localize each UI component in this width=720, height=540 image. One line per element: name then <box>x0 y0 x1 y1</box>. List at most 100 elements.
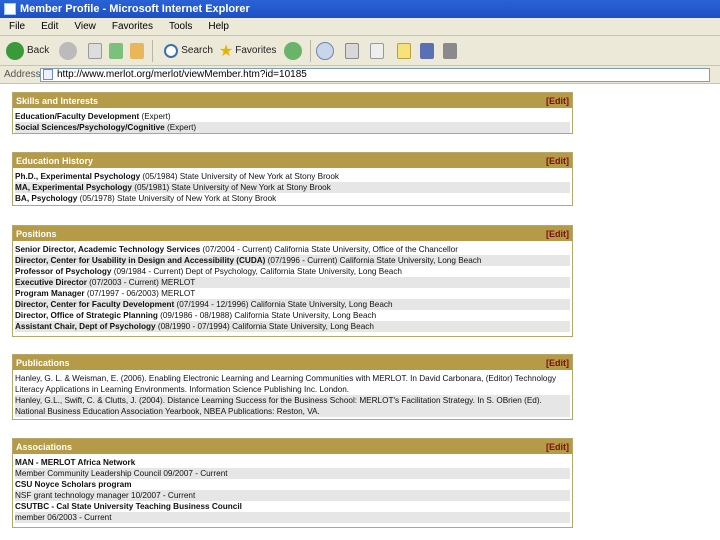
degree-detail: (05/1984) State University of New York a… <box>140 172 339 181</box>
associations-title: Associations <box>16 441 73 452</box>
back-button[interactable]: Back <box>6 41 50 60</box>
menu-tools[interactable]: Tools <box>169 21 192 32</box>
position-row: Director, Office of Strategic Planning (… <box>15 310 570 321</box>
publications-edit-link[interactable]: [Edit] <box>546 358 569 368</box>
position-title: Executive Director <box>15 278 87 287</box>
position-row: Senior Director, Academic Technology Ser… <box>15 244 570 255</box>
page-content: Skills and Interests [Edit] Education/Fa… <box>0 85 720 540</box>
position-detail: (07/1994 - 12/1996) California State Uni… <box>174 300 393 309</box>
menu-favorites[interactable]: Favorites <box>112 21 153 32</box>
education-edit-link[interactable]: [Edit] <box>546 156 569 166</box>
education-row: BA, Psychology (05/1978) State Universit… <box>15 193 570 204</box>
favorites-button[interactable]: ★ Favorites <box>219 41 276 61</box>
title-bar: Member Profile - Microsoft Internet Expl… <box>0 0 720 18</box>
edit-page-icon[interactable] <box>370 42 385 59</box>
positions-header: Positions [Edit] <box>13 226 572 241</box>
search-button[interactable]: Search <box>164 43 213 58</box>
position-title: Program Manager <box>15 289 85 298</box>
association-row: member 06/2003 - Current <box>15 512 570 523</box>
address-label: Address <box>4 69 41 80</box>
refresh-icon[interactable] <box>109 42 124 59</box>
toolbar-separator <box>152 39 154 62</box>
association-name: MAN - MERLOT Africa Network <box>15 458 136 467</box>
positions-section: Positions [Edit] Senior Director, Academ… <box>12 225 573 337</box>
skill-level: (Expert) <box>164 123 197 132</box>
degree: MA, Experimental Psychology <box>15 183 132 192</box>
publication-item: Hanley, G. L. & Weisman, E. (2006). Enab… <box>15 374 557 394</box>
menu-help[interactable]: Help <box>208 21 229 32</box>
skills-section: Skills and Interests [Edit] Education/Fa… <box>12 92 573 134</box>
position-detail: (09/1986 - 08/1988) California State Uni… <box>157 311 377 320</box>
education-row: Ph.D., Experimental Psychology (05/1984)… <box>15 171 570 182</box>
education-row: MA, Experimental Psychology (05/1981) St… <box>15 182 570 193</box>
skills-title: Skills and Interests <box>16 95 99 106</box>
menu-view[interactable]: View <box>74 21 96 32</box>
education-header: Education History [Edit] <box>13 153 572 168</box>
association-name: CSU Noyce Scholars program <box>15 480 132 489</box>
mail-icon[interactable] <box>316 41 335 60</box>
position-title: Senior Director, Academic Technology Ser… <box>15 245 201 254</box>
messenger-icon[interactable] <box>443 42 458 59</box>
search-icon <box>164 43 179 58</box>
skill-name: Social Sciences/Psychology/Cognitive <box>15 123 165 132</box>
position-detail: (07/2003 - Current) MERLOT <box>86 278 196 287</box>
position-detail: (09/1984 - Current) Dept of Psychology, … <box>111 267 402 276</box>
position-row: Program Manager (07/1997 - 06/2003) MERL… <box>15 288 570 299</box>
associations-header: Associations [Edit] <box>13 439 572 454</box>
association-name: CSUTBC - Cal State University Teaching B… <box>15 502 242 511</box>
association-row: Member Community Leadership Council 09/2… <box>15 468 570 479</box>
position-title: Professor of Psychology <box>15 267 112 276</box>
toolbar: Back Search ★ Favorites <box>0 36 720 66</box>
star-icon: ★ <box>218 42 234 60</box>
publications-header: Publications [Edit] <box>13 355 572 370</box>
position-row: Executive Director (07/2003 - Current) M… <box>15 277 570 288</box>
positions-title: Positions <box>16 228 57 239</box>
position-title: Director, Office of Strategic Planning <box>15 311 158 320</box>
association-row: CSU Noyce Scholars program <box>15 479 570 490</box>
discuss-icon[interactable] <box>397 42 412 59</box>
position-row: Director, Center for Usability in Design… <box>15 255 570 266</box>
skills-header: Skills and Interests [Edit] <box>13 93 572 108</box>
skill-level: (Expert) <box>139 112 171 121</box>
position-detail: (08/1990 - 07/1994) California State Uni… <box>155 322 374 331</box>
education-section: Education History [Edit] Ph.D., Experime… <box>12 152 573 206</box>
skills-edit-link[interactable]: [Edit] <box>546 96 569 106</box>
associations-edit-link[interactable]: [Edit] <box>546 442 569 452</box>
forward-arrow-icon[interactable] <box>59 41 78 60</box>
address-input[interactable]: http://www.merlot.org/merlot/viewMember.… <box>40 67 710 82</box>
toolbar-separator <box>310 39 312 62</box>
research-icon[interactable] <box>420 42 435 59</box>
media-icon[interactable] <box>284 41 303 60</box>
menu-file[interactable]: File <box>9 21 25 32</box>
home-icon[interactable] <box>130 42 145 59</box>
favorites-label: Favorites <box>235 45 277 56</box>
degree-detail: (05/1981) State University of New York a… <box>131 183 331 192</box>
print-icon[interactable] <box>345 42 360 59</box>
ie-logo-icon <box>4 3 16 15</box>
skill-row: Education/Faculty Development (Expert) <box>15 111 570 122</box>
position-row: Director, Center for Faculty Development… <box>15 299 570 310</box>
skill-name: Education/Faculty Development <box>15 112 140 121</box>
menu-bar: File Edit View Favorites Tools Help <box>0 18 720 36</box>
position-detail: (07/2004 - Current) California State Uni… <box>200 245 458 254</box>
publications-section: Publications [Edit] Hanley, G. L. & Weis… <box>12 354 573 420</box>
back-arrow-icon <box>6 41 24 60</box>
association-row: CSUTBC - Cal State University Teaching B… <box>15 501 570 512</box>
position-detail: (07/1996 - Current) California State Uni… <box>265 256 482 265</box>
association-row: NSF grant technology manager 10/2007 - C… <box>15 490 570 501</box>
stop-icon[interactable] <box>88 42 103 59</box>
search-label: Search <box>181 45 213 56</box>
address-url[interactable]: http://www.merlot.org/merlot/viewMember.… <box>57 69 307 80</box>
position-title: Director, Center for Usability in Design… <box>15 256 266 265</box>
menu-edit[interactable]: Edit <box>41 21 58 32</box>
degree: Ph.D., Experimental Psychology <box>15 172 141 181</box>
position-detail: (07/1997 - 06/2003) MERLOT <box>84 289 196 298</box>
address-bar: Address http://www.merlot.org/merlot/vie… <box>0 66 720 84</box>
position-row: Assistant Chair, Dept of Psychology (08/… <box>15 321 570 332</box>
position-title: Assistant Chair, Dept of Psychology <box>15 322 156 331</box>
association-detail: member 06/2003 - Current <box>15 513 112 522</box>
page-icon <box>43 69 53 80</box>
positions-edit-link[interactable]: [Edit] <box>546 229 569 239</box>
association-row: MAN - MERLOT Africa Network <box>15 457 570 468</box>
back-label: Back <box>27 45 50 56</box>
